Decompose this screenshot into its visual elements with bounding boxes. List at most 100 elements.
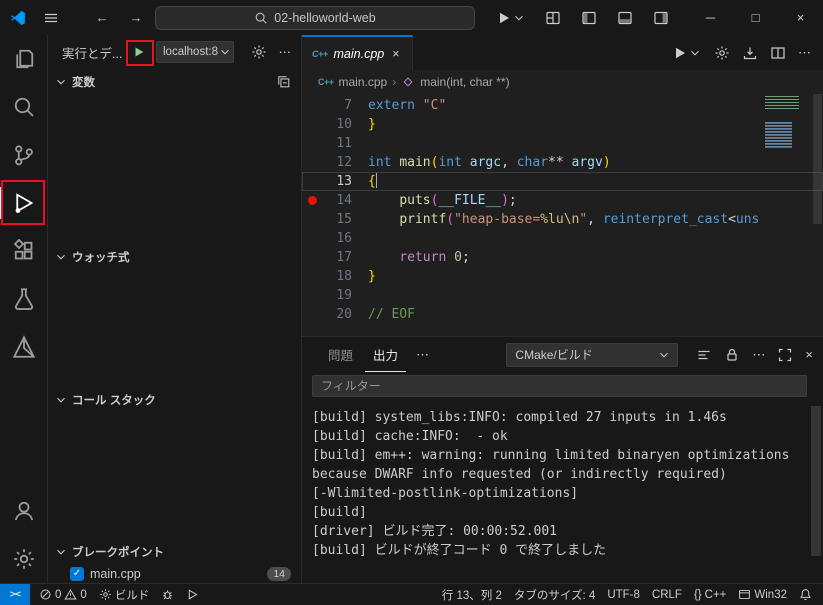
close-window-button[interactable]: × bbox=[778, 0, 823, 35]
gutter-breakpoint-area[interactable] bbox=[302, 286, 322, 305]
cmake-debug-button[interactable] bbox=[156, 588, 179, 601]
output-scrollbar[interactable] bbox=[811, 406, 821, 556]
warning-count: 0 bbox=[80, 588, 87, 601]
command-center-search[interactable]: 02-helloworld-web bbox=[155, 5, 475, 30]
toggle-sidebar-left-button[interactable] bbox=[574, 4, 604, 32]
more-actions-icon[interactable]: ⋯ bbox=[798, 45, 811, 61]
panel-more-icon[interactable]: ⋯ bbox=[752, 347, 765, 363]
output-filter-input[interactable] bbox=[312, 375, 807, 397]
download-icon[interactable] bbox=[742, 45, 758, 61]
section-call-stack[interactable]: コール スタック bbox=[48, 387, 301, 413]
editor-scrollbar[interactable] bbox=[811, 94, 823, 336]
minimap[interactable] bbox=[765, 96, 809, 332]
output-channel-dropdown[interactable]: CMake/ビルド bbox=[506, 342, 679, 367]
code-line[interactable]: 18} bbox=[302, 267, 823, 286]
gutter-breakpoint-area[interactable] bbox=[302, 248, 322, 267]
activity-extensions[interactable] bbox=[0, 227, 47, 275]
tab-main-cpp[interactable]: C++ main.cpp × bbox=[302, 35, 413, 70]
bug-icon bbox=[161, 588, 174, 601]
gutter-breakpoint-area[interactable] bbox=[302, 115, 322, 134]
method-symbol-icon bbox=[401, 75, 415, 89]
line-number: 17 bbox=[336, 250, 352, 265]
code-line[interactable]: 13 { bbox=[302, 172, 823, 191]
run-dropdown-button[interactable] bbox=[672, 45, 702, 61]
breakpoint-dot[interactable] bbox=[302, 191, 322, 210]
settings-button[interactable] bbox=[0, 535, 47, 583]
panel-tabs-more-icon[interactable]: ⋯ bbox=[410, 347, 435, 363]
gutter-breakpoint-area[interactable] bbox=[302, 96, 322, 115]
indentation[interactable]: タブのサイズ: 4 bbox=[509, 587, 600, 603]
language-mode[interactable]: {} C++ bbox=[689, 589, 731, 601]
tab-output[interactable]: 出力 bbox=[365, 337, 406, 372]
forward-button[interactable]: → bbox=[121, 4, 151, 32]
customize-layout-button[interactable] bbox=[538, 4, 568, 32]
chevron-down-icon bbox=[657, 348, 671, 362]
code-line[interactable]: 10} bbox=[302, 115, 823, 134]
gutter-breakpoint-area[interactable] bbox=[302, 267, 322, 286]
close-panel-icon[interactable]: × bbox=[805, 347, 813, 362]
code-line[interactable]: 7 extern "C" bbox=[302, 96, 823, 115]
output-console[interactable]: [build] system_libs:INFO: compiled 27 in… bbox=[302, 400, 823, 583]
clear-output-icon[interactable] bbox=[696, 347, 712, 363]
notifications-button[interactable] bbox=[794, 588, 817, 601]
platform-indicator[interactable]: Win32 bbox=[733, 588, 792, 601]
toggle-sidebar-right-button[interactable] bbox=[646, 4, 676, 32]
code-line[interactable]: 14 puts(__FILE__); bbox=[302, 191, 823, 210]
back-button[interactable]: ← bbox=[87, 4, 117, 32]
gutter-breakpoint-area[interactable] bbox=[302, 229, 322, 248]
code-line[interactable]: 11 bbox=[302, 134, 823, 153]
gear-icon[interactable] bbox=[714, 45, 730, 61]
lock-icon[interactable] bbox=[724, 347, 740, 363]
gutter-breakpoint-area[interactable] bbox=[302, 210, 322, 229]
maximize-panel-icon[interactable] bbox=[777, 347, 793, 363]
cmake-build-button[interactable]: ビルド bbox=[94, 587, 155, 603]
encoding[interactable]: UTF-8 bbox=[602, 589, 645, 601]
minimize-button[interactable]: ─ bbox=[688, 0, 733, 35]
gear-icon[interactable] bbox=[251, 44, 267, 60]
breakpoint-list-item[interactable]: ✓ main.cpp 14 bbox=[48, 565, 301, 583]
section-breakpoints[interactable]: ブレークポイント bbox=[48, 539, 301, 565]
line-number: 18 bbox=[336, 269, 352, 284]
breakpoint-checkbox[interactable]: ✓ bbox=[70, 567, 84, 581]
code-line[interactable]: 20 // EOF bbox=[302, 305, 823, 324]
collapse-all-icon[interactable] bbox=[277, 75, 291, 89]
code-editor[interactable]: 7 extern "C" 10} 11 12 int main(int argc, cha… bbox=[302, 94, 823, 336]
activity-explorer[interactable] bbox=[0, 35, 47, 83]
activity-run-debug[interactable] bbox=[0, 179, 47, 227]
menu-button[interactable] bbox=[36, 4, 66, 32]
start-debug-button[interactable] bbox=[128, 41, 150, 63]
activity-source-control[interactable] bbox=[0, 131, 47, 179]
cursor-position[interactable]: 行 13、列 2 bbox=[437, 587, 507, 603]
split-editor-icon[interactable] bbox=[770, 45, 786, 61]
layout-control-button[interactable] bbox=[496, 4, 526, 32]
gutter-breakpoint-area[interactable] bbox=[302, 172, 322, 191]
more-actions-icon[interactable]: ⋯ bbox=[279, 44, 292, 60]
activity-search[interactable] bbox=[0, 83, 47, 131]
code-line[interactable]: 12 int main(int argc, char** argv) bbox=[302, 153, 823, 172]
problems-status[interactable]: 0 0 bbox=[34, 588, 92, 601]
remote-indicator[interactable]: >< bbox=[0, 584, 30, 605]
maximize-button[interactable]: □ bbox=[733, 0, 778, 35]
breadcrumb-file[interactable]: main.cpp bbox=[339, 75, 388, 89]
gutter-breakpoint-area[interactable] bbox=[302, 153, 322, 172]
toggle-panel-button[interactable] bbox=[610, 4, 640, 32]
close-tab-icon[interactable]: × bbox=[390, 47, 401, 61]
section-variables[interactable]: 変数 bbox=[48, 69, 301, 95]
breadcrumb-symbol[interactable]: main(int, char **) bbox=[420, 75, 509, 89]
activity-testing[interactable] bbox=[0, 275, 47, 323]
code-line[interactable]: 19 bbox=[302, 286, 823, 305]
debug-target-dropdown[interactable]: localhost:8 bbox=[156, 41, 234, 63]
code-line[interactable]: 16 bbox=[302, 229, 823, 248]
eol-selector[interactable]: CRLF bbox=[647, 589, 687, 601]
cmake-launch-button[interactable] bbox=[181, 588, 204, 601]
activity-cmake[interactable] bbox=[0, 323, 47, 371]
code-line[interactable]: 15 printf("heap-base=%lu\n", reinterpret… bbox=[302, 210, 823, 229]
code-line[interactable]: 17 return 0; bbox=[302, 248, 823, 267]
code-text: } bbox=[368, 269, 376, 284]
section-watch[interactable]: ウォッチ式 bbox=[48, 244, 301, 270]
tab-problems[interactable]: 問題 bbox=[320, 337, 361, 372]
gutter-breakpoint-area[interactable] bbox=[302, 305, 322, 324]
gutter-breakpoint-area[interactable] bbox=[302, 134, 322, 153]
line-number: 12 bbox=[336, 155, 352, 170]
account-button[interactable] bbox=[0, 487, 47, 535]
